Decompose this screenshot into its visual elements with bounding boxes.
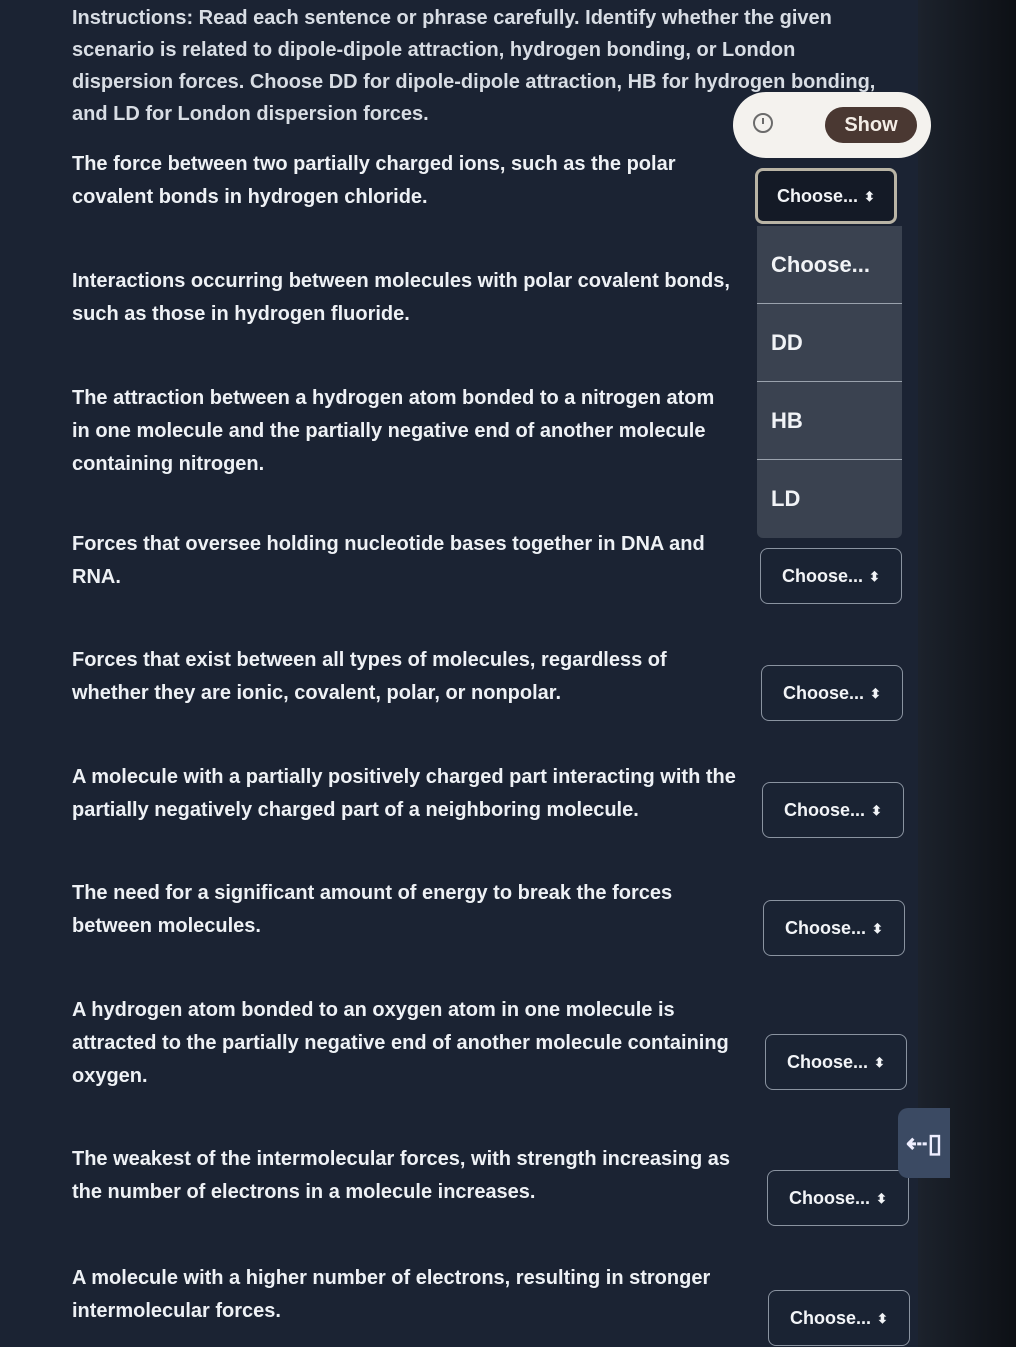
sort-arrows-icon: ⬍	[877, 1310, 888, 1326]
sort-arrows-icon: ⬍	[864, 188, 875, 204]
question-1: The force between two partially charged …	[72, 153, 676, 208]
sort-arrows-icon: ⬍	[869, 568, 880, 584]
answer-select-5[interactable]: Choose... ⬍	[761, 665, 903, 721]
exit-icon[interactable]: ⇠▯	[898, 1108, 950, 1178]
answer-select-9[interactable]: Choose... ⬍	[767, 1170, 909, 1226]
sort-arrows-icon: ⬍	[871, 802, 882, 818]
question-4: Forces that oversee holding nucleotide b…	[72, 533, 705, 588]
sort-arrows-icon: ⬍	[876, 1190, 887, 1206]
select-value: Choose...	[777, 185, 859, 206]
select-value: Choose...	[782, 565, 864, 586]
select-value: Choose...	[787, 1051, 869, 1072]
answer-select-8[interactable]: Choose... ⬍	[765, 1034, 907, 1090]
question-6: A molecule with a partially positively c…	[72, 766, 736, 821]
question-7: The need for a significant amount of ene…	[72, 882, 673, 937]
sort-arrows-icon: ⬍	[870, 685, 881, 701]
question-2: Interactions occurring between molecules…	[72, 270, 730, 325]
select-value: Choose...	[784, 799, 866, 820]
answer-select-7[interactable]: Choose... ⬍	[763, 900, 905, 956]
question-5: Forces that exist between all types of m…	[72, 649, 667, 704]
sort-arrows-icon: ⬍	[874, 1054, 885, 1070]
timer-widget: Show	[733, 92, 931, 158]
option-choose[interactable]: Choose...	[757, 226, 902, 304]
answer-dropdown-list: Choose... DD HB LD	[757, 226, 902, 538]
question-10: A molecule with a higher number of elect…	[72, 1267, 711, 1322]
select-value: Choose...	[789, 1187, 871, 1208]
question-8: A hydrogen atom bonded to an oxygen atom…	[72, 999, 729, 1087]
answer-select-10[interactable]: Choose... ⬍	[768, 1290, 910, 1346]
select-value: Choose...	[790, 1307, 872, 1328]
select-value: Choose...	[783, 682, 865, 703]
answer-select-1[interactable]: Choose... ⬍	[755, 168, 897, 224]
clock-icon[interactable]	[753, 113, 773, 133]
answer-select-4[interactable]: Choose... ⬍	[760, 548, 902, 604]
select-value: Choose...	[785, 917, 867, 938]
question-3: The attraction between a hydrogen atom b…	[72, 387, 715, 475]
show-timer-button[interactable]: Show	[825, 107, 917, 143]
question-9: The weakest of the intermolecular forces…	[72, 1148, 730, 1203]
sort-arrows-icon: ⬍	[872, 920, 883, 936]
option-hb[interactable]: HB	[757, 382, 902, 460]
option-dd[interactable]: DD	[757, 304, 902, 382]
answer-select-6[interactable]: Choose... ⬍	[762, 782, 904, 838]
option-ld[interactable]: LD	[757, 460, 902, 538]
